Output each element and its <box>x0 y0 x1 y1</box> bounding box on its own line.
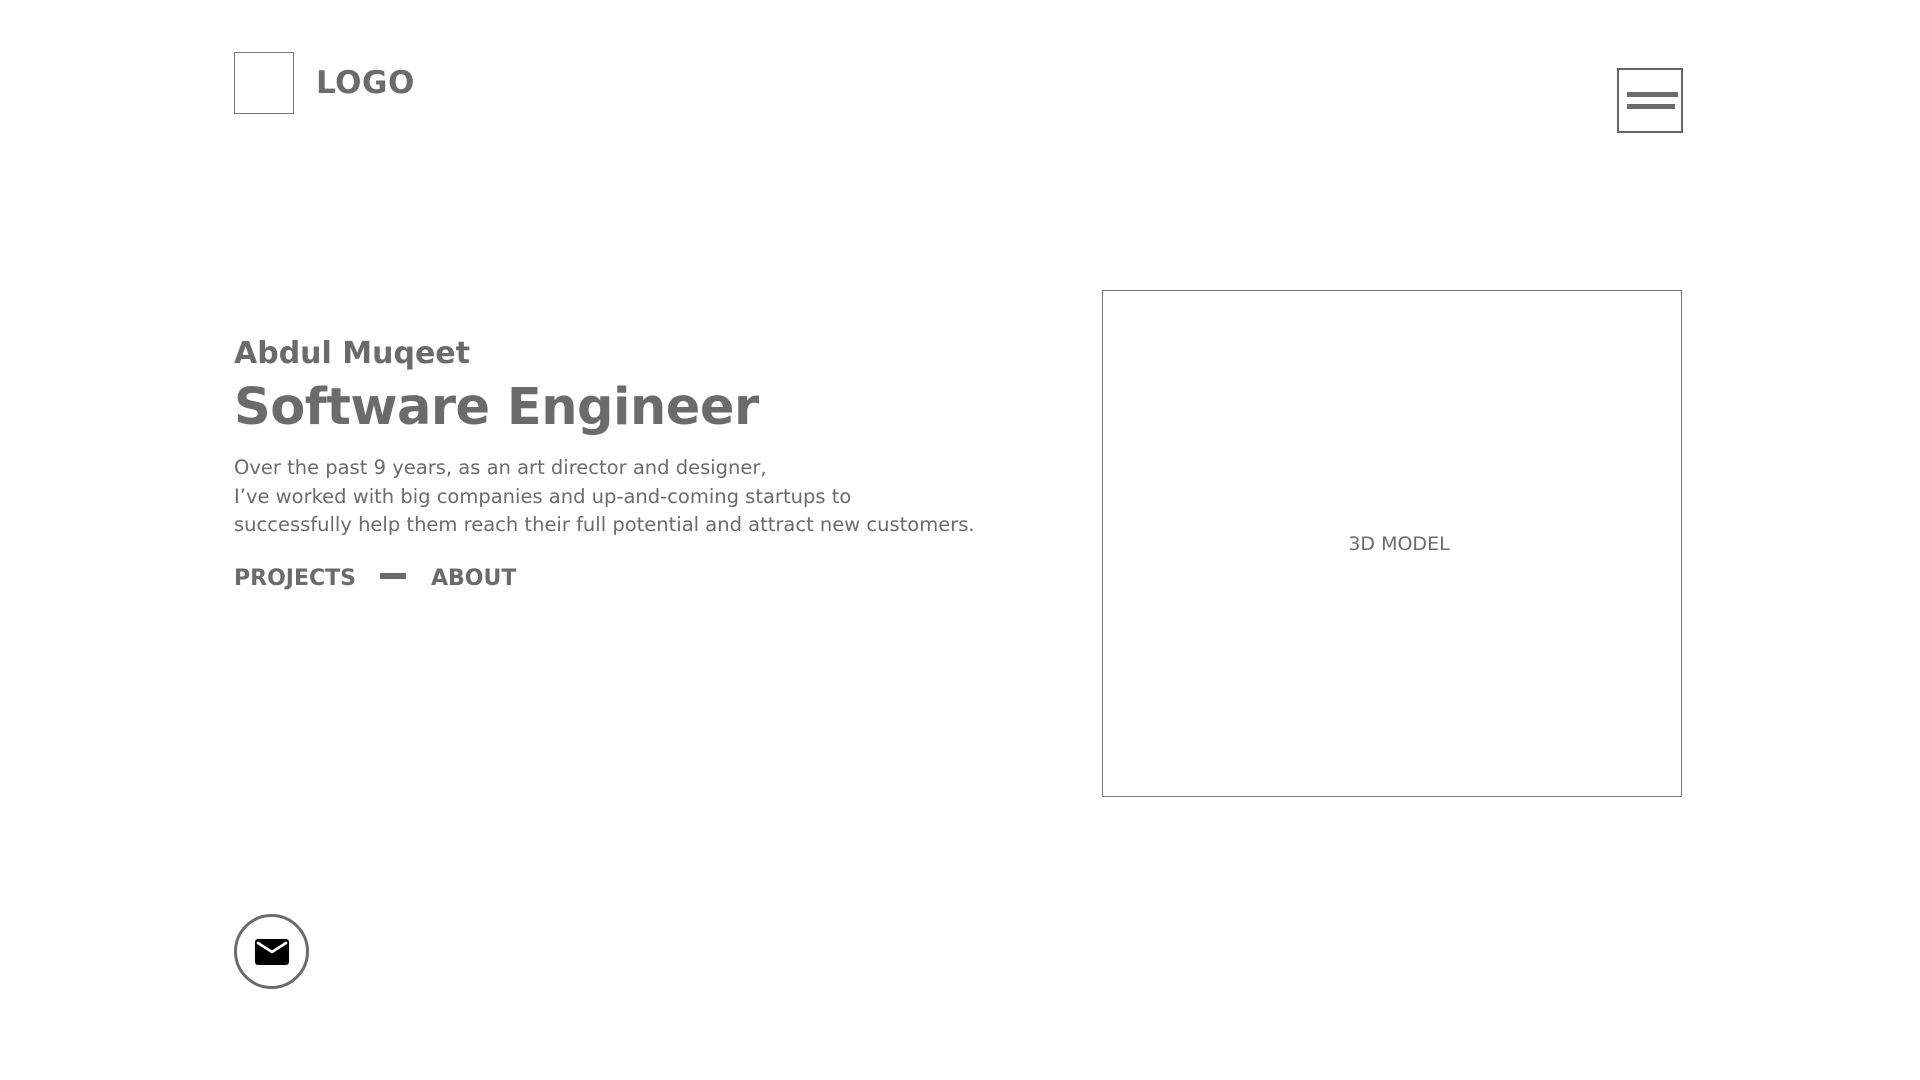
hero-description-line: successfully help them reach their full … <box>234 513 975 536</box>
logo-placeholder-image <box>234 52 294 114</box>
mail-icon <box>254 938 289 965</box>
hero-description-line: Over the past 9 years, as an art directo… <box>234 456 767 479</box>
menu-button[interactable] <box>1617 68 1683 133</box>
hero-description: Over the past 9 years, as an art directo… <box>234 454 994 540</box>
about-link[interactable]: ABOUT <box>431 566 516 591</box>
projects-link[interactable]: PROJECTS <box>234 566 356 591</box>
logo-text: LOGO <box>316 65 415 101</box>
hero-name: Abdul Muqeet <box>234 336 470 371</box>
nav-separator <box>379 572 406 579</box>
hero-description-line: I’ve worked with big companies and up-an… <box>234 484 852 508</box>
logo[interactable]: LOGO <box>234 51 415 115</box>
hero-nav: PROJECTS ABOUT <box>234 564 994 594</box>
contact-mail-button[interactable] <box>234 914 309 989</box>
3d-model-panel[interactable]: 3D MODEL <box>1102 290 1682 797</box>
menu-icon-bar-bottom <box>1627 104 1675 109</box>
hero-text-block: Abdul Muqeet Software Engineer Over the … <box>234 333 994 594</box>
menu-icon-bar-top <box>1627 92 1678 97</box>
hero-title: Software Engineer <box>234 378 759 437</box>
3d-model-label: 3D MODEL <box>1348 532 1450 555</box>
